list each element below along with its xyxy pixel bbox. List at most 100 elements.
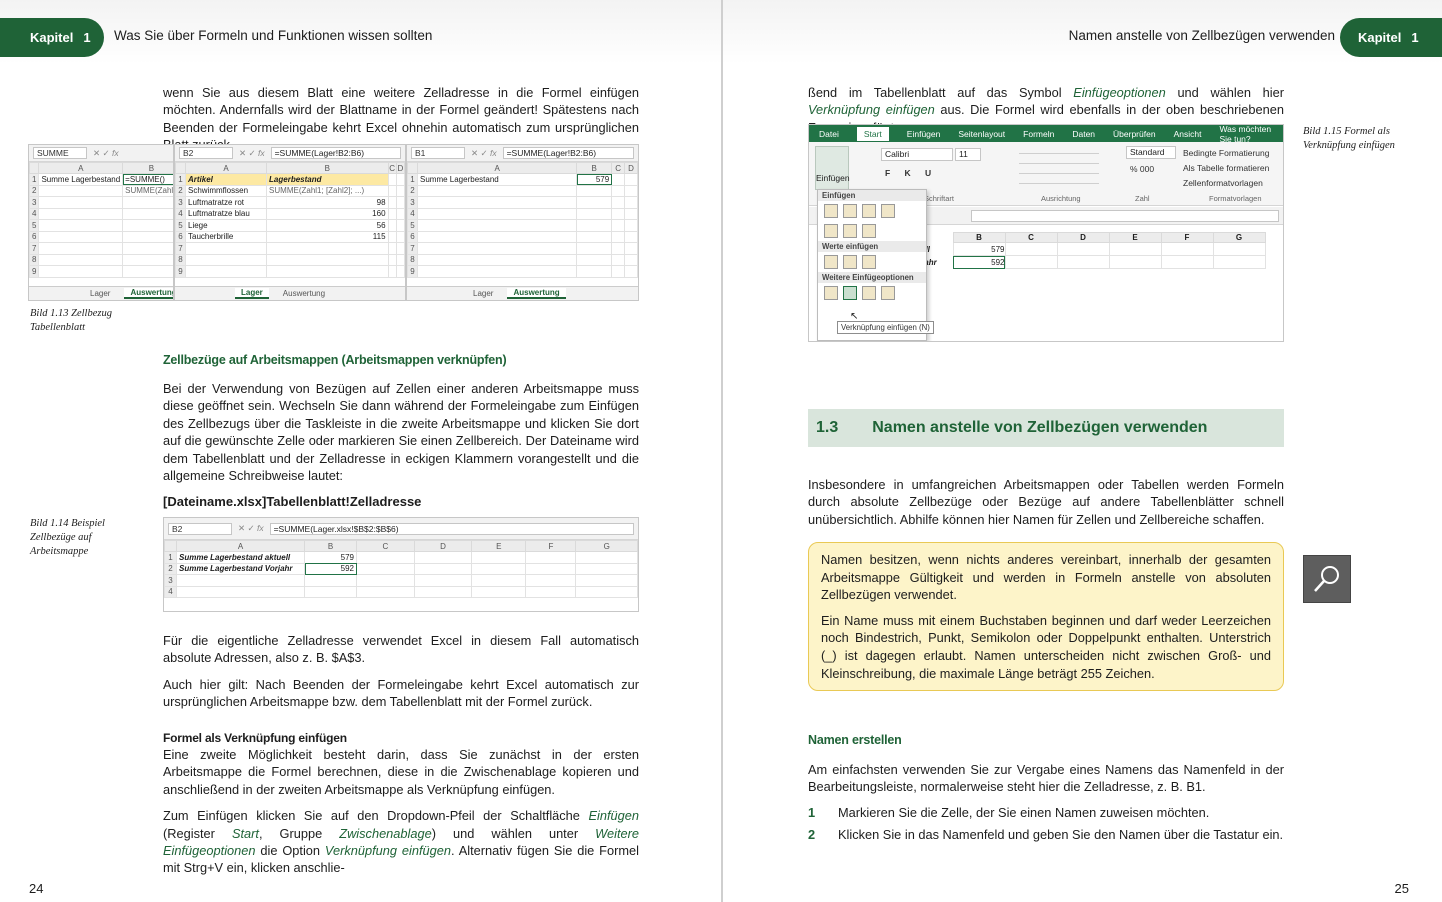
cell: 579 <box>304 551 357 564</box>
col-header: A <box>416 162 578 174</box>
ribbon-tab-datei[interactable]: Datei <box>819 129 839 139</box>
text-block-names: Am einfachsten verwenden Sie zur Vergabe… <box>808 761 1284 805</box>
cell: 579 <box>952 242 1006 256</box>
paste-picture-icon[interactable] <box>862 286 876 300</box>
percent-icon[interactable]: % 000 <box>1130 164 1154 174</box>
col-header: C <box>1004 232 1058 243</box>
col-header: D <box>413 540 473 552</box>
note-box: Namen besitzen, wenn nichts anderes vere… <box>808 542 1284 692</box>
term: Einfügen <box>588 808 639 824</box>
styles-group: Bedingte Formatierung Als Tabelle format… <box>1183 146 1269 191</box>
paste-icon[interactable] <box>824 204 838 218</box>
row-number: 4 <box>164 585 177 598</box>
paste-linked-picture-icon[interactable] <box>881 286 895 300</box>
row-number: 6 <box>407 230 418 243</box>
col-header: B <box>952 232 1006 243</box>
menu-head-paste: Einfügen <box>818 190 926 201</box>
cell: 592 <box>304 562 357 575</box>
cell-hint: SUMME(Zahl1 <box>122 184 173 197</box>
term: Verknüpfung einfügen <box>808 102 935 118</box>
row-number: 1 <box>175 173 186 186</box>
ribbon-tab-ansicht[interactable]: Ansicht <box>1174 129 1202 139</box>
text-block-1: Bei der Verwendung von Bezügen auf Zelle… <box>163 380 639 520</box>
sheet-grid: AB 1 Summe Lagerbestand =SUMME() 2 SUMME(Za… <box>29 162 173 278</box>
paste-formatting-icon[interactable] <box>824 286 838 300</box>
row-number: 1 <box>407 173 418 186</box>
chapter-label: Kapitel <box>30 30 74 45</box>
step-number: 2 <box>808 827 816 842</box>
paste-borders-icon[interactable] <box>824 224 838 238</box>
paste-formulas-icon[interactable] <box>843 204 857 218</box>
right-page: Namen anstelle von Zellbezügen verwenden… <box>723 0 1442 902</box>
ribbon-tab-start[interactable]: Start <box>856 126 889 141</box>
left-page: Kapitel 1 Was Sie über Formeln und Funkt… <box>0 0 721 902</box>
ribbon-tab-seitenlayout[interactable]: Seitenlayout <box>958 129 1005 139</box>
alignment-icon[interactable] <box>1019 148 1099 184</box>
fig115-caption: Bild 1.15 Formel als Verknüpfung einfüge… <box>1303 126 1395 151</box>
ribbon-tabs: Datei Start Einfügen Seitenlayout Formel… <box>809 125 1283 144</box>
paste-values-icon[interactable] <box>824 255 838 269</box>
paste-keep-source-icon[interactable] <box>881 204 895 218</box>
tab-lager[interactable]: Lager <box>84 289 116 298</box>
section-heading: 1.3 Namen anstelle von Zellbezügen verwe… <box>808 409 1284 447</box>
number-format-select[interactable]: Standard <box>1126 146 1176 159</box>
font-name-select[interactable]: Calibri <box>881 148 953 161</box>
tab-lager[interactable]: Lager <box>235 288 269 299</box>
sheet-tabs: Lager Auswertung <box>407 286 638 300</box>
formula-input[interactable] <box>971 210 1279 222</box>
tab-auswertung[interactable]: Auswertung <box>507 288 566 299</box>
col-header: C <box>356 540 415 552</box>
tab-lager[interactable]: Lager <box>467 289 499 298</box>
text-run: ) und wählen unter <box>431 825 596 841</box>
tooltip: Verknüpfung einfügen (N) <box>837 321 934 334</box>
namebox: B2 <box>179 147 233 159</box>
ribbon-tab-formeln[interactable]: Formeln <box>1023 129 1054 139</box>
syntax-line: [Dateiname.xlsx]Tabellenblatt!Zelladress… <box>163 494 422 510</box>
cell-styles-button[interactable]: Zellenformatvorlagen <box>1183 176 1269 191</box>
tab-auswertung[interactable]: Auswertung <box>277 289 331 298</box>
font-size-select[interactable]: 11 <box>955 148 981 161</box>
cell-hint: SUMME(Zahl1; [Zahl2]; ...) <box>266 184 389 197</box>
format-as-table-button[interactable]: Als Tabelle formatieren <box>1183 161 1269 176</box>
font-style-buttons[interactable]: F K U <box>885 168 937 178</box>
magnifier-icon <box>1303 555 1351 603</box>
col-header: B <box>122 162 173 174</box>
paste-values-number-icon[interactable] <box>843 255 857 269</box>
cell: Taucherbrille <box>184 230 268 243</box>
conditional-format-button[interactable]: Bedingte Formatierung <box>1183 146 1269 161</box>
ribbon-tab-einfuegen[interactable]: Einfügen <box>907 129 941 139</box>
row-number: 4 <box>29 207 40 220</box>
paste-transpose-icon[interactable] <box>862 224 876 238</box>
row-number: 3 <box>407 196 418 209</box>
ribbon-tab-daten[interactable]: Daten <box>1072 129 1095 139</box>
text-block-3: Eine zweite Möglichkeit besteht darin, d… <box>163 746 639 886</box>
cell: 115 <box>266 231 389 243</box>
subhead-verknuepfung: Formel als Verknüpfung einfügen <box>163 731 347 745</box>
chapter-number: 1 <box>83 30 91 45</box>
paste-formats-icon[interactable] <box>862 204 876 218</box>
paragraph: Auch hier gilt: Nach Beenden der Formele… <box>163 676 639 710</box>
paragraph: Insbesondere in umfangreichen Arbeitsmap… <box>808 477 1284 527</box>
col-header: E <box>1108 232 1162 243</box>
paste-button[interactable]: Einfügen <box>815 146 850 190</box>
namebox: B1 <box>411 147 465 159</box>
cell: Summe Lagerbestand <box>416 173 578 186</box>
paste-link-icon[interactable] <box>843 286 857 300</box>
tab-auswertung[interactable]: Auswertung <box>124 288 173 299</box>
row-number: 4 <box>175 207 186 220</box>
paragraph: Bei der Verwendung von Bezügen auf Zelle… <box>163 381 639 484</box>
col-header: D <box>395 162 405 174</box>
paragraph: Für die eigentliche Zelladresse verwende… <box>163 633 639 666</box>
fig114-caption: Bild 1.14 Beispiel Zellbezüge auf Arbeit… <box>30 518 105 557</box>
text-run: , Gruppe <box>258 825 340 841</box>
ribbon-tell-me[interactable]: Was möchten Sie tun? <box>1219 125 1283 144</box>
paste-values-source-icon[interactable] <box>862 255 876 269</box>
paste-options-row <box>818 201 926 221</box>
cell: Schwimmflossen <box>184 184 268 197</box>
note-paragraph: Ein Name muss mit einem Buchstaben begin… <box>821 612 1271 681</box>
ribbon-tab-ueberpruefen[interactable]: Überprüfen <box>1113 129 1156 139</box>
section-number: 1.3 <box>816 419 839 436</box>
sheet-tabs: Lager Auswertung <box>175 286 405 300</box>
col-header: C <box>611 162 626 174</box>
paste-widths-icon[interactable] <box>843 224 857 238</box>
